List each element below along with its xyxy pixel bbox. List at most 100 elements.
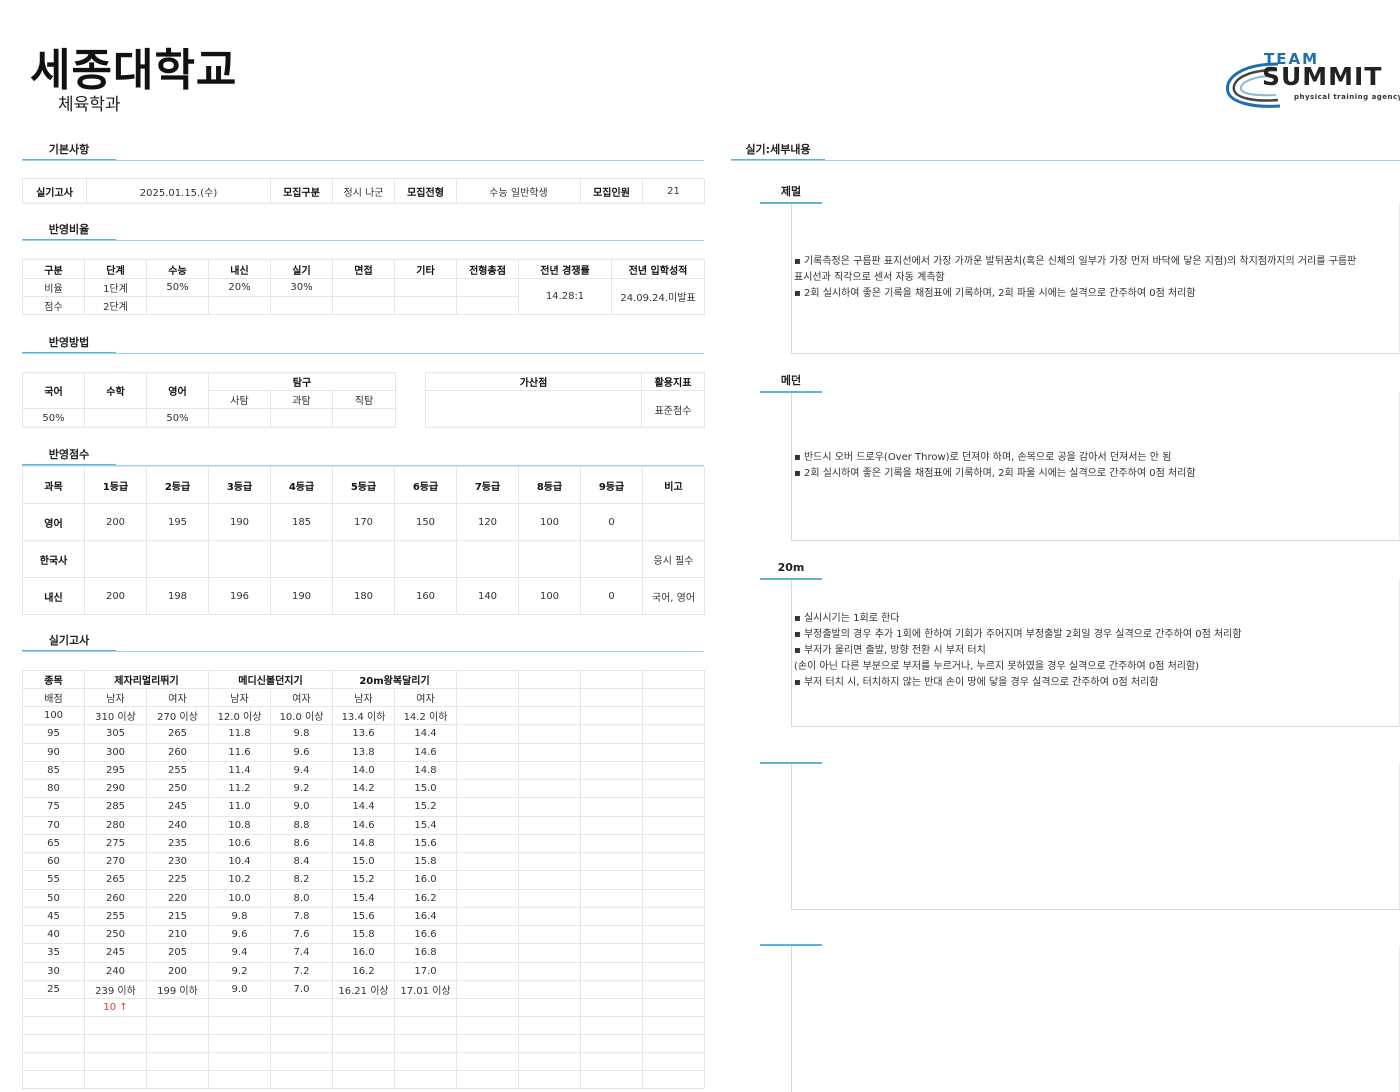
scores-cell: 200 (84, 577, 147, 615)
practical-empty-cell (642, 705, 705, 726)
method-section-header: 반영방법 (22, 336, 704, 354)
method-inquiry: 탐구 (207, 372, 397, 391)
practical-empty-cell (642, 906, 705, 927)
practical-cell: 15.6 (332, 906, 395, 927)
practical-cell: 245 (84, 943, 147, 963)
practical-section-title: 실기고사 (22, 634, 116, 652)
jump-detail-box: ▪ 기록측정은 구름판 표지선에서 가장 가까운 발뒤꿈치(혹은 신체의 일부가… (791, 204, 1400, 354)
practical-empty-cell (456, 724, 519, 744)
practical-empty-cell (642, 943, 705, 963)
practical-cell: 7.4 (270, 943, 333, 963)
practical-empty-cell (580, 851, 643, 872)
practical-cell: 10.4 (208, 851, 271, 872)
ratio-header: 단계 (84, 259, 147, 279)
scores-cell (208, 540, 271, 578)
practical-cell: 235 (146, 833, 209, 854)
practical-cell: 215 (146, 906, 209, 927)
scores-cell: 150 (394, 503, 457, 541)
practical-cell: 13.6 (332, 724, 395, 744)
practical-cell: 16.21 이상 (332, 979, 395, 1000)
practical-cell: 250 (84, 924, 147, 945)
scores-row: 영어 200 195 190 185 170 150 120 100 0 (22, 503, 705, 541)
method-social: 사탐 (208, 390, 271, 409)
jump-line: ▪ 2회 실시하여 좋은 기록을 채점표에 기록하며, 2회 파울 시에는 실격… (794, 288, 1196, 299)
method-section-title: 반영방법 (22, 336, 116, 354)
ratio-cell: 2단계 (84, 296, 147, 315)
practical-cell: 16.6 (394, 924, 457, 945)
shuttle-line: ▪ 실시시기는 1회로 한다 (794, 613, 900, 624)
prev-competition: 14.28:1 (518, 278, 612, 315)
scores-header: 9등급 (580, 466, 643, 504)
practical-empty-cell (642, 760, 705, 781)
practical-cell: 295 (84, 760, 147, 781)
practical-empty-cell (642, 979, 705, 1000)
medball-line: ▪ 반드시 오버 드로우(Over Throw)로 던져야 하며, 손목으로 공… (794, 452, 1172, 463)
practical-row: 95 305 265 11.8 9.8 13.6 14.4 (22, 724, 705, 744)
practical-score: 95 (22, 724, 85, 744)
practical-row: 25 239 이하 199 이하 9.0 7.0 16.21 이상 17.01 이상 (22, 979, 705, 1000)
scores-header: 비고 (642, 466, 705, 504)
logo-summit-text: SUMMIT (1262, 62, 1383, 91)
scores-cell (456, 540, 519, 578)
practical-cell: 16.2 (332, 961, 395, 981)
method-korean: 국어 (22, 372, 85, 409)
ratio-cell: 비율 (22, 278, 85, 297)
practical-cell: 11.4 (208, 760, 271, 781)
scores-header: 8등급 (518, 466, 581, 504)
jump-title: 제멀 (760, 184, 822, 204)
practical-empty-cell (456, 760, 519, 781)
practical-cell: 14.2 이하 (394, 705, 457, 726)
practical-score: 50 (22, 888, 85, 908)
practical-table: 종목 제자리멀리뛰기 메디신볼던지기 20m왕복달리기 배점 남자 여자 남자 … (22, 670, 705, 1089)
practical-row: 45 255 215 9.8 7.8 15.6 16.4 (22, 906, 705, 927)
practical-cell: 9.6 (270, 742, 333, 762)
practical-cell: 285 (84, 797, 147, 817)
practical-event: 메디신볼던지기 (208, 670, 333, 689)
practical-empty-cell (518, 906, 581, 927)
shuttle-detail-box: ▪ 실시시기는 1회로 한다 ▪ 부정출발의 경우 추가 1회에 한하여 기회가… (791, 580, 1400, 727)
practical-row: 100 310 이상 270 이상 12.0 이상 10.0 이상 13.4 이하 14.2… (22, 705, 705, 726)
ratio-section-header: 반영비율 (22, 223, 704, 241)
team-summit-logo: TEAM SUMMIT physical training agency (1222, 50, 1400, 112)
ratio-cell (394, 296, 457, 315)
practical-cell: 11.2 (208, 778, 271, 799)
practical-cell: 16.8 (394, 943, 457, 963)
practical-score: 75 (22, 797, 85, 817)
practical-cell: 16.2 (394, 888, 457, 908)
practical-cell: 9.4 (208, 943, 271, 963)
practical-cell: 17.0 (394, 961, 457, 981)
scores-section-header: 반영점수 (22, 448, 704, 466)
ratio-section-title: 반영비율 (22, 223, 116, 241)
scores-header: 4등급 (270, 466, 333, 504)
ratio-cell: 50% (146, 278, 209, 297)
practical-cell: 16.0 (332, 943, 395, 963)
practical-empty-cell (642, 888, 705, 908)
scores-cell: 195 (146, 503, 209, 541)
ratio-header: 면접 (332, 259, 395, 279)
practical-empty-cell (518, 833, 581, 854)
scores-header: 5등급 (332, 466, 395, 504)
scores-header: 7등급 (456, 466, 519, 504)
ratio-cell (270, 296, 333, 315)
practical-row: 30 240 200 9.2 7.2 16.2 17.0 (22, 961, 705, 981)
scores-cell: 국어, 영어 (642, 577, 705, 615)
practical-empty-cell (518, 742, 581, 762)
practical-score: 100 (22, 705, 85, 726)
scores-cell: 200 (84, 503, 147, 541)
exam-date-label: 실기고사 (22, 178, 87, 204)
shuttle-line: (손이 아닌 다른 부분으로 부저를 누르거나, 누르지 못하였을 경우 실격으… (794, 661, 1200, 672)
method-indicator-value: 표준점수 (641, 390, 705, 428)
prev-score: 24.09.24.미발표 (611, 278, 705, 315)
ratio-cell (456, 296, 519, 315)
practical-cell: 11.0 (208, 797, 271, 817)
practical-cell: 10.0 이상 (270, 705, 333, 726)
practical-score: 25 (22, 979, 85, 1000)
practical-female-label: 여자 (146, 688, 209, 707)
practical-cell: 13.4 이하 (332, 705, 395, 726)
practical-score: 55 (22, 870, 85, 890)
practical-cell: 13.8 (332, 742, 395, 762)
practical-empty-cell (456, 797, 519, 817)
scores-table: 과목 1등급 2등급 3등급 4등급 5등급 6등급 7등급 8등급 9등급 비… (22, 466, 705, 615)
practical-empty-cell (456, 851, 519, 872)
practical-cell: 15.2 (394, 797, 457, 817)
